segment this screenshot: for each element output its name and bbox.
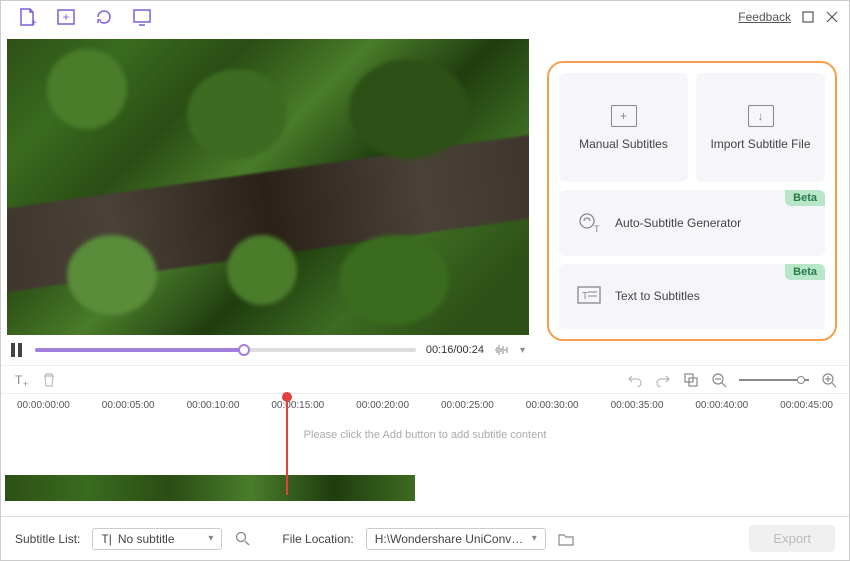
auto-label: Auto-Subtitle Generator — [615, 216, 741, 230]
beta-badge: Beta — [785, 190, 825, 206]
svg-text:T: T — [594, 224, 600, 234]
video-preview[interactable] — [7, 39, 529, 335]
export-button[interactable]: Export — [749, 525, 835, 552]
tick: 00:00:05:00 — [86, 400, 171, 411]
zoom-slider[interactable] — [739, 379, 809, 381]
auto-icon: T — [577, 212, 601, 234]
feedback-link[interactable]: Feedback — [738, 10, 791, 24]
svg-text:T: T — [15, 373, 23, 387]
text-label: Text to Subtitles — [615, 289, 700, 303]
pause-button[interactable] — [11, 343, 25, 357]
add-subtitle-icon[interactable]: T+ — [13, 372, 29, 388]
manual-subtitles-card[interactable]: + Manual Subtitles — [559, 73, 688, 182]
subtitle-value: No subtitle — [118, 532, 175, 546]
file-location-label: File Location: — [282, 532, 353, 546]
undo-icon[interactable] — [627, 372, 643, 388]
zoom-out-icon[interactable] — [711, 372, 727, 388]
zoom-in-icon[interactable] — [821, 372, 837, 388]
tick: 00:00:45:00 — [764, 400, 849, 411]
playhead[interactable] — [286, 396, 288, 495]
subtitle-list-select[interactable]: T| No subtitle ▾ — [92, 528, 222, 550]
svg-text:+: + — [62, 10, 69, 24]
import-icon: ↓ — [748, 105, 774, 127]
import-label: Import Subtitle File — [710, 137, 810, 151]
tick: 00:00:20:00 — [340, 400, 425, 411]
refresh-icon[interactable] — [93, 6, 115, 28]
tick: 00:00:25:00 — [425, 400, 510, 411]
beta-badge: Beta — [785, 264, 825, 280]
location-value: H:\Wondershare UniConverter 1 — [375, 532, 526, 546]
tick: 00:00:15:00 — [255, 400, 340, 411]
chevron-down-icon: ▾ — [208, 533, 213, 544]
svg-text:T: T — [582, 291, 588, 302]
close-icon[interactable] — [825, 10, 839, 24]
timeline-toolbar: T+ — [1, 365, 849, 393]
tick: 00:00:30:00 — [510, 400, 595, 411]
file-location-select[interactable]: H:\Wondershare UniConverter 1 ▾ — [366, 528, 546, 550]
auto-subtitle-card[interactable]: Beta T Auto-Subtitle Generator — [559, 190, 825, 255]
chevron-down-icon: ▾ — [532, 533, 537, 544]
chevron-down-icon[interactable]: ▾ — [520, 345, 525, 356]
progress-bar[interactable] — [35, 348, 416, 352]
main-area: 00:16/00:24 ▾ + Manual Subtitles ↓ Impor… — [1, 33, 849, 365]
screen-icon[interactable] — [131, 6, 153, 28]
options-box: + Manual Subtitles ↓ Import Subtitle Fil… — [547, 61, 837, 341]
tick: 00:00:10:00 — [171, 400, 256, 411]
video-clip[interactable] — [5, 475, 415, 501]
manual-label: Manual Subtitles — [579, 137, 668, 151]
new-file-icon[interactable]: + — [17, 6, 39, 28]
titlebar: + + Feedback — [1, 1, 849, 33]
maximize-icon[interactable] — [801, 10, 815, 24]
redo-icon[interactable] — [655, 372, 671, 388]
add-media-icon[interactable]: + — [55, 6, 77, 28]
svg-text:+: + — [23, 379, 28, 388]
window-controls: Feedback — [738, 10, 839, 24]
preview-pane: 00:16/00:24 ▾ — [1, 33, 535, 365]
footer: Subtitle List: T| No subtitle ▾ File Loc… — [1, 516, 849, 560]
subtitle-list-label: Subtitle List: — [15, 532, 80, 546]
waveform-icon[interactable] — [494, 342, 510, 358]
toolbar: + + — [11, 6, 153, 28]
timeline-hint: Please click the Add button to add subti… — [1, 429, 849, 441]
subtitle-icon: T| — [101, 532, 111, 546]
tick: 00:00:40:00 — [679, 400, 764, 411]
import-subtitle-card[interactable]: ↓ Import Subtitle File — [696, 73, 825, 182]
time-display: 00:16/00:24 — [426, 344, 484, 356]
folder-icon[interactable] — [558, 531, 574, 547]
svg-text:+: + — [31, 18, 37, 27]
text-to-subtitles-card[interactable]: Beta T Text to Subtitles — [559, 264, 825, 329]
text-icon: T — [577, 286, 601, 306]
subtitle-options-panel: + Manual Subtitles ↓ Import Subtitle Fil… — [535, 33, 849, 365]
manual-icon: + — [611, 105, 637, 127]
tick: 00:00:00:00 — [1, 400, 86, 411]
crop-icon[interactable] — [683, 372, 699, 388]
player-controls: 00:16/00:24 ▾ — [7, 335, 529, 365]
timeline-ticks: 00:00:00:00 00:00:05:00 00:00:10:00 00:0… — [1, 394, 849, 411]
tick: 00:00:35:00 — [595, 400, 680, 411]
search-icon[interactable] — [234, 531, 250, 547]
delete-icon[interactable] — [41, 372, 57, 388]
timeline[interactable]: 00:00:00:00 00:00:05:00 00:00:10:00 00:0… — [1, 393, 849, 519]
